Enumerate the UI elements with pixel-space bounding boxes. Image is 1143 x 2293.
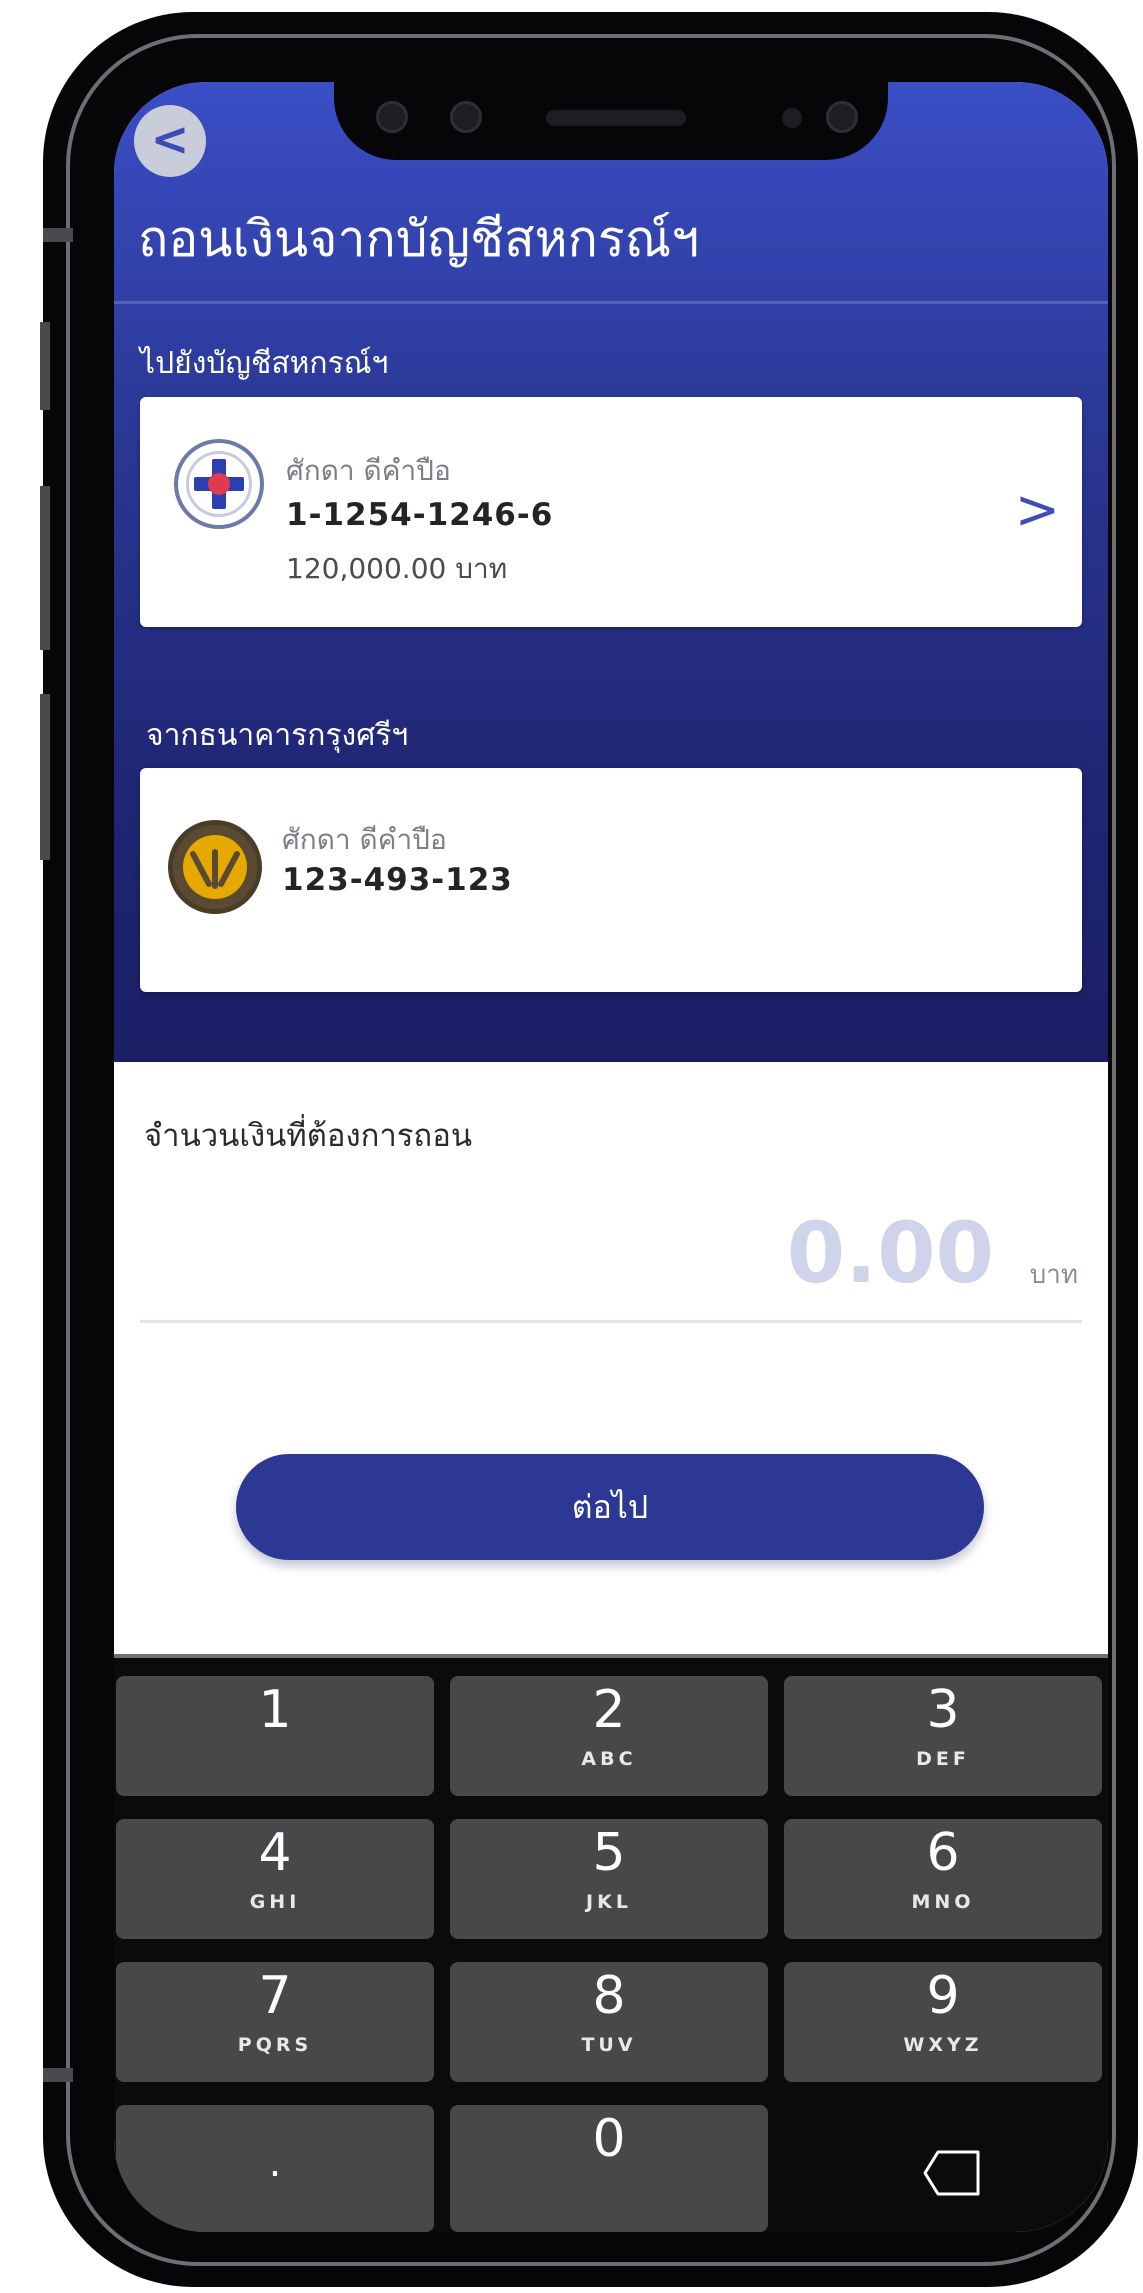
side-button-extra bbox=[40, 694, 50, 860]
amount-label: จำนวนเงินที่ต้องการถอน bbox=[144, 1118, 473, 1154]
amount-underline bbox=[140, 1320, 1082, 1323]
chevron-left-icon: < bbox=[150, 112, 190, 166]
from-account-card: ศักดา ดีคำปือ 123-493-123 bbox=[140, 768, 1082, 992]
to-account-label: ไปยังบัญชีสหกรณ์ฯ bbox=[140, 346, 389, 381]
camera-icon bbox=[826, 101, 858, 133]
key-1[interactable]: 1 bbox=[116, 1676, 434, 1796]
from-account-name: ศักดา ดีคำปือ bbox=[282, 823, 447, 856]
key-3[interactable]: 3 DEF bbox=[784, 1676, 1102, 1796]
camera-icon bbox=[376, 101, 408, 133]
to-account-number: 1-1254-1246-6 bbox=[286, 497, 554, 533]
key-2[interactable]: 2 ABC bbox=[450, 1676, 768, 1796]
backspace-icon[interactable] bbox=[922, 2148, 982, 2198]
key-0[interactable]: 0 bbox=[450, 2105, 768, 2232]
key-9[interactable]: 9 WXYZ bbox=[784, 1962, 1102, 2082]
next-button[interactable]: ต่อไป bbox=[236, 1454, 984, 1560]
notch bbox=[334, 82, 888, 160]
side-button-volume-down bbox=[40, 486, 50, 650]
screen: < ถอนเงินจากบัญชีสหกรณ์ฯ ไปยังบัญชีสหกรณ… bbox=[114, 82, 1108, 2232]
camera-icon bbox=[450, 101, 482, 133]
header: < ถอนเงินจากบัญชีสหกรณ์ฯ ไปยังบัญชีสหกรณ… bbox=[114, 82, 1108, 1062]
side-button-volume-up bbox=[40, 322, 50, 410]
header-divider bbox=[114, 301, 1108, 304]
to-account-card[interactable]: ศักดา ดีคำปือ 1-1254-1246-6 120,000.00 บ… bbox=[140, 397, 1082, 627]
speaker-grille bbox=[546, 110, 686, 126]
coop-logo-icon bbox=[174, 439, 264, 529]
key-8[interactable]: 8 TUV bbox=[450, 1962, 768, 2082]
sensor-dot bbox=[782, 108, 802, 128]
key-5[interactable]: 5 JKL bbox=[450, 1819, 768, 1939]
chevron-right-icon: > bbox=[1014, 478, 1060, 541]
key-decimal[interactable]: . bbox=[116, 2105, 434, 2232]
key-6[interactable]: 6 MNO bbox=[784, 1819, 1102, 1939]
page-title: ถอนเงินจากบัญชีสหกรณ์ฯ bbox=[138, 210, 700, 268]
to-account-name: ศักดา ดีคำปือ bbox=[286, 454, 451, 487]
amount-input[interactable]: 0.00 bbox=[787, 1204, 994, 1302]
amount-unit: บาท bbox=[1029, 1260, 1078, 1290]
key-4[interactable]: 4 GHI bbox=[116, 1819, 434, 1939]
krungsri-logo-icon bbox=[168, 820, 262, 914]
from-account-number: 123-493-123 bbox=[282, 862, 513, 898]
side-button-bottom bbox=[43, 2068, 73, 2082]
back-button[interactable]: < bbox=[134, 105, 206, 177]
side-button-silent bbox=[43, 228, 73, 242]
key-7[interactable]: 7 PQRS bbox=[116, 1962, 434, 2082]
to-account-balance: 120,000.00 บาท bbox=[286, 552, 508, 585]
from-account-label: จากธนาคารกรุงศรีฯ bbox=[146, 718, 409, 753]
